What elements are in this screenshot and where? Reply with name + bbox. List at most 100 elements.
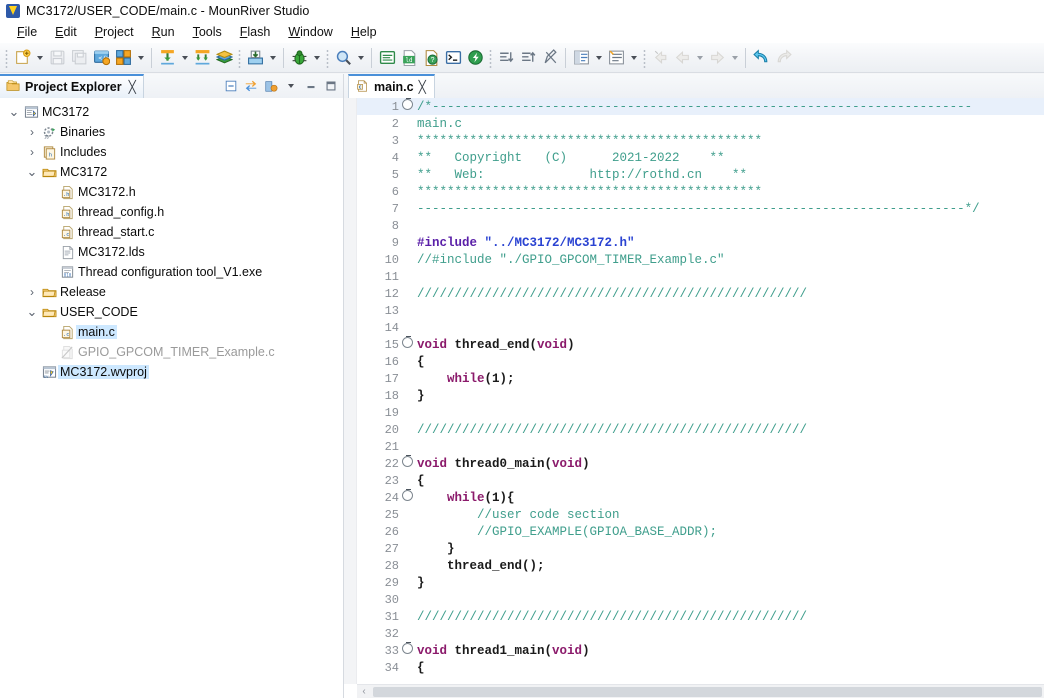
build-dropdown-chevron-down-icon[interactable] xyxy=(178,46,191,70)
code-line[interactable]: 15 void thread_end(void) xyxy=(357,336,1044,353)
menu-help[interactable]: Help xyxy=(342,24,386,41)
minimize-view-button[interactable] xyxy=(302,77,320,95)
code-line[interactable]: 31 //////////////////////////////////////… xyxy=(357,608,1044,625)
menu-window[interactable]: Window xyxy=(279,24,341,41)
tree-item-gpio-gpcom-timer-example-c[interactable]: GPIO_GPCOM_TIMER_Example.c xyxy=(0,342,343,362)
code-line[interactable]: 25 //user code section xyxy=(357,506,1044,523)
project-tree[interactable]: ⌄ MC3172 › 10 Binaries › h Includes ⌄ MC3172 .h MC3… xyxy=(0,98,344,698)
save-button[interactable] xyxy=(46,46,68,70)
toolbar-grip[interactable] xyxy=(642,47,647,68)
new-project-button[interactable]: </> xyxy=(90,46,112,70)
tree-item-mc3172[interactable]: ⌄ MC3172 xyxy=(0,162,343,182)
tree-item-release[interactable]: › Release xyxy=(0,282,343,302)
tree-item-mc3172-lds[interactable]: MC3172.lds xyxy=(0,242,343,262)
toggle-mark-occurrences-button[interactable] xyxy=(605,46,627,70)
forward-back-button[interactable] xyxy=(671,46,693,70)
scroll-left-icon[interactable]: ‹ xyxy=(357,686,371,697)
new-button[interactable] xyxy=(11,46,33,70)
maximize-view-button[interactable] xyxy=(322,77,340,95)
tree-item-binaries[interactable]: › 10 Binaries xyxy=(0,122,343,142)
close-icon[interactable]: ╳ xyxy=(129,80,136,94)
tree-item-mc3172-wvproj[interactable]: EV MC3172.wvproj xyxy=(0,362,343,382)
download-button[interactable] xyxy=(244,46,266,70)
code-line[interactable]: 22 void thread0_main(void) xyxy=(357,455,1044,472)
code-line[interactable]: 21 xyxy=(357,438,1044,455)
code-line[interactable]: 5 ** Web: http://rothd.cn ** xyxy=(357,166,1044,183)
code-line[interactable]: 3 ***************************************… xyxy=(357,132,1044,149)
power-shell-button[interactable] xyxy=(464,46,486,70)
code-line[interactable]: 29} xyxy=(357,574,1044,591)
menu-run[interactable]: Run xyxy=(143,24,184,41)
tab-project-explorer[interactable]: Project Explorer ╳ xyxy=(0,74,144,98)
code-line[interactable]: 19 xyxy=(357,404,1044,421)
code-line[interactable]: 16 { xyxy=(357,353,1044,370)
code-line[interactable]: 14 xyxy=(357,319,1044,336)
code-line[interactable]: 2 main.c xyxy=(357,115,1044,132)
build-configurations-dropdown-chevron-down-icon[interactable] xyxy=(134,46,147,70)
outline-button[interactable] xyxy=(570,46,592,70)
search-dropdown-chevron-down-icon[interactable] xyxy=(354,46,367,70)
tree-item-thread-start-c[interactable]: .c thread_start.c xyxy=(0,222,343,242)
tree-item-thread-configuration-tool-v1-exe[interactable]: 010 Thread configuration tool_V1.exe xyxy=(0,262,343,282)
code-line[interactable]: 32 xyxy=(357,625,1044,642)
code-line[interactable]: 24 while(1){ xyxy=(357,489,1044,506)
code-line[interactable]: 8 xyxy=(357,217,1044,234)
code-line[interactable]: 12 //////////////////////////////////////… xyxy=(357,285,1044,302)
toolbar-grip[interactable] xyxy=(4,47,9,68)
fold-collapse-icon[interactable] xyxy=(401,455,414,473)
build-configurations-button[interactable] xyxy=(112,46,134,70)
link-editor-button[interactable] xyxy=(242,77,260,95)
code-line[interactable]: 6 ***************************************… xyxy=(357,183,1044,200)
fold-collapse-icon[interactable] xyxy=(401,98,414,116)
chevron-down-icon[interactable]: ⌄ xyxy=(6,102,22,122)
editor-horizontal-scrollbar[interactable]: ‹ xyxy=(357,684,1044,698)
fold-collapse-icon[interactable] xyxy=(401,489,414,507)
chevron-right-icon[interactable]: › xyxy=(24,142,40,162)
view-menu-chevron-icon[interactable] xyxy=(282,77,300,95)
tree-item-user-code[interactable]: ⌄ USER_CODE xyxy=(0,302,343,322)
tree-item-mc3172[interactable]: ⌄ MC3172 xyxy=(0,102,343,122)
undo-button[interactable] xyxy=(750,46,772,70)
last-edit-location-button[interactable] xyxy=(539,46,561,70)
code-line[interactable]: 18} xyxy=(357,387,1044,404)
editor-annotation-ruler[interactable] xyxy=(344,98,357,684)
collapse-all-button[interactable] xyxy=(222,77,240,95)
new-dropdown-chevron-down-icon[interactable] xyxy=(33,46,46,70)
menu-tools[interactable]: Tools xyxy=(184,24,231,41)
fold-collapse-icon[interactable] xyxy=(401,336,414,354)
menu-file[interactable]: File xyxy=(8,24,46,41)
previous-annotation-button[interactable] xyxy=(517,46,539,70)
download-dropdown-chevron-down-icon[interactable] xyxy=(266,46,279,70)
code-line[interactable]: 17 while(1); xyxy=(357,370,1044,387)
help-doc-button[interactable]: ? xyxy=(420,46,442,70)
back-button[interactable] xyxy=(649,46,671,70)
menu-edit[interactable]: Edit xyxy=(46,24,86,41)
code-line[interactable]: 1 /*-------------------------------------… xyxy=(357,98,1044,115)
menu-flash[interactable]: Flash xyxy=(231,24,280,41)
code-line[interactable]: 10 //#include "./GPIO_GPCOM_TIMER_Example… xyxy=(357,251,1044,268)
save-all-button[interactable] xyxy=(68,46,90,70)
next-annotation-button[interactable] xyxy=(495,46,517,70)
code-line[interactable]: 26 //GPIO_EXAMPLE(GPIOA_BASE_ADDR); xyxy=(357,523,1044,540)
outline-dropdown-chevron-down-icon[interactable] xyxy=(592,46,605,70)
tree-item-includes[interactable]: › h Includes xyxy=(0,142,343,162)
forward-button[interactable] xyxy=(706,46,728,70)
menu-project[interactable]: Project xyxy=(86,24,143,41)
code-line[interactable]: 28 thread_end(); xyxy=(357,557,1044,574)
code-line[interactable]: 34 { xyxy=(357,659,1044,676)
debug-button[interactable] xyxy=(288,46,310,70)
tree-item-thread-config-h[interactable]: .h thread_config.h xyxy=(0,202,343,222)
fold-collapse-icon[interactable] xyxy=(401,642,414,660)
search-button[interactable] xyxy=(332,46,354,70)
code-line[interactable]: 20 //////////////////////////////////////… xyxy=(357,421,1044,438)
redo-button[interactable] xyxy=(772,46,794,70)
tree-item-mc3172-h[interactable]: .h MC3172.h xyxy=(0,182,343,202)
chevron-right-icon[interactable]: › xyxy=(24,122,40,142)
code-line[interactable]: 7 ---------------------------------------… xyxy=(357,200,1044,217)
chevron-right-icon[interactable]: › xyxy=(24,282,40,302)
toolbar-grip[interactable] xyxy=(488,47,493,68)
code-line[interactable]: 9 #include "../MC3172/MC3172.h" xyxy=(357,234,1044,251)
tab-main-c[interactable]: c main.c ╳ xyxy=(348,74,435,98)
console-button[interactable] xyxy=(376,46,398,70)
code-line[interactable]: 27 } xyxy=(357,540,1044,557)
